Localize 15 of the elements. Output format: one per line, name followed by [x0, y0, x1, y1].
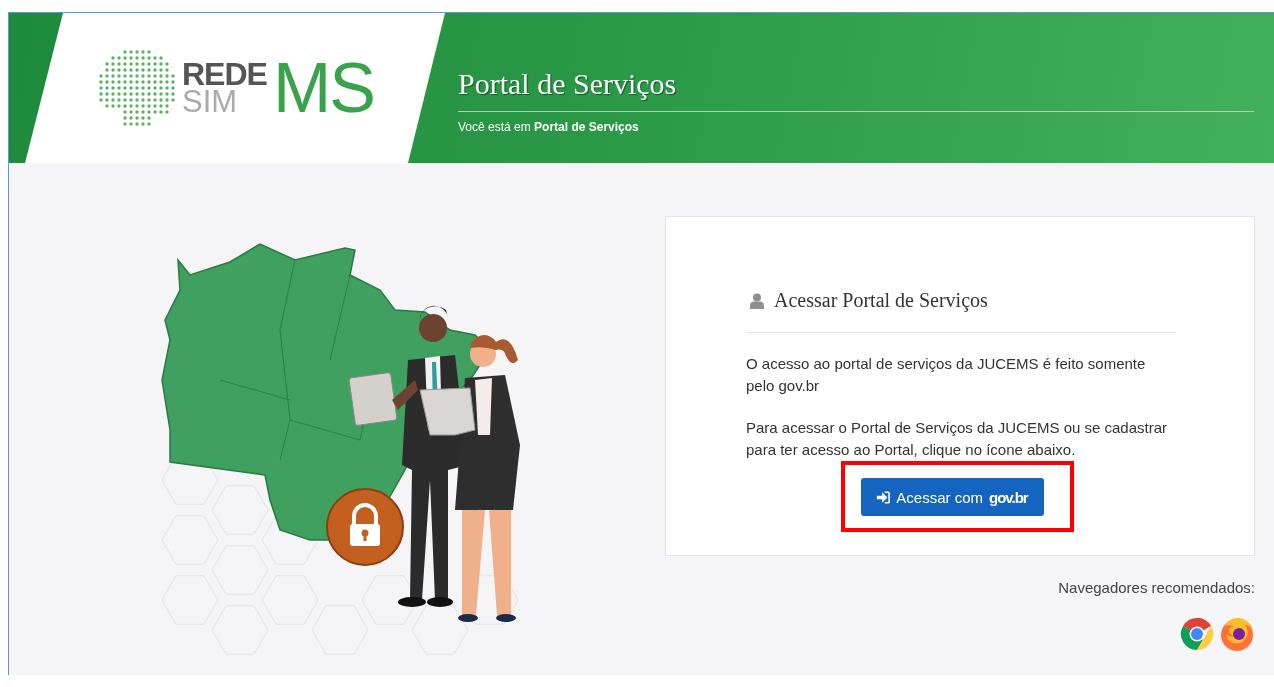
logo-text: SIM [182, 88, 238, 116]
gov-login-button[interactable]: Acessar com gov.br [860, 478, 1044, 516]
card-heading: Acessar Portal de Serviços [774, 289, 988, 312]
sign-in-icon [876, 490, 891, 504]
logo-mark: MS [272, 53, 374, 123]
browsers-label: Navegadores recomendados: [1058, 579, 1255, 596]
page-title: Portal de Serviços [458, 67, 1254, 112]
user-icon [750, 292, 764, 309]
breadcrumb: Você está em Portal de Serviços [458, 120, 640, 134]
logo-text: REDE [182, 60, 267, 88]
dotted-map-icon [98, 48, 176, 128]
chrome-icon [1179, 616, 1215, 652]
info-paragraph: Para acessar o Portal de Serviços da JUCEMS ou se cadastrar para ter acesso ao Portal, clique no ícone abaixo. [746, 418, 1169, 460]
firefox-icon [1219, 616, 1255, 652]
info-paragraph: O acesso ao portal de serviços da JUCEMS é feito somente pelo gov.br [746, 354, 1147, 396]
